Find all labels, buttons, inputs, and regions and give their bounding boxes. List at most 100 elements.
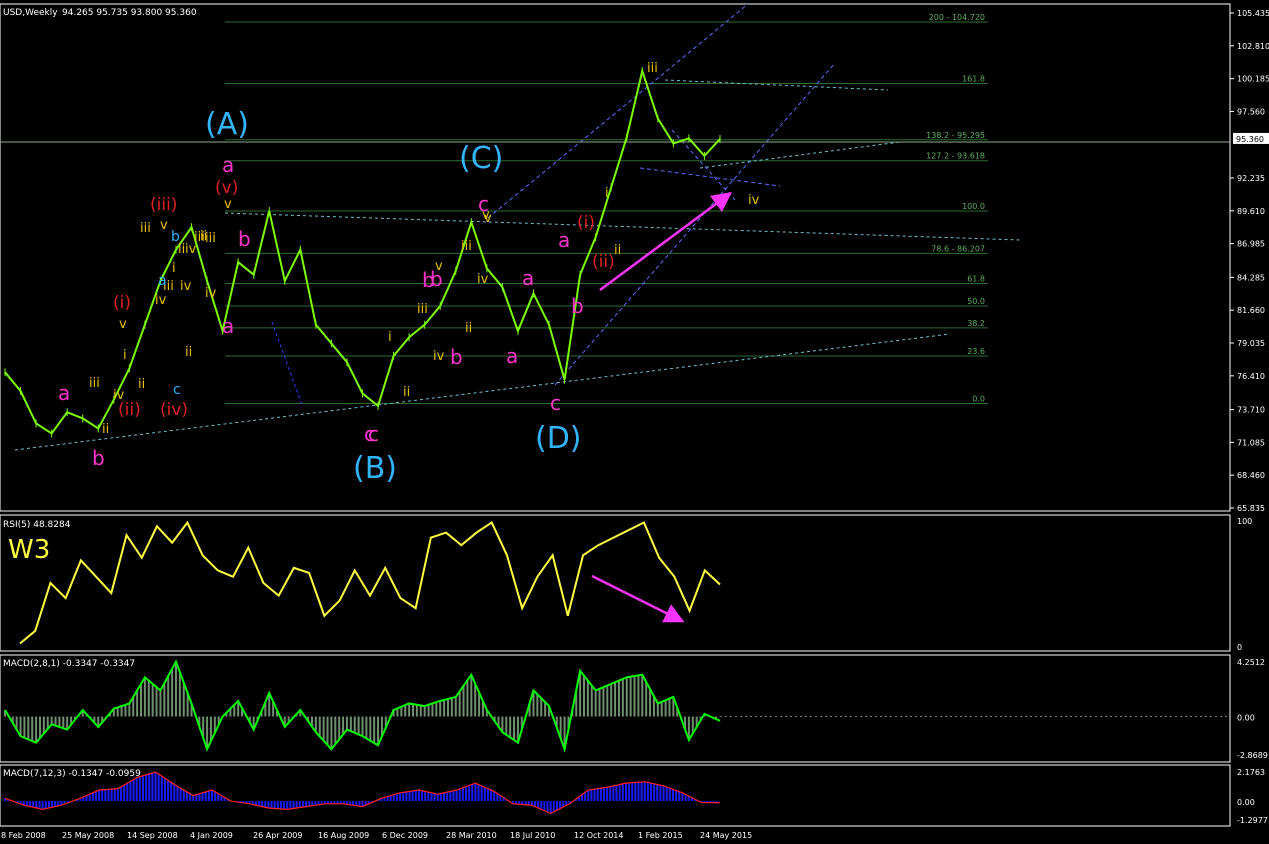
fib-label: 50.0 [967, 297, 985, 306]
macd1-series [4, 659, 1230, 753]
y-tick-label: 68.460 [1237, 471, 1265, 480]
x-tick-label: 6 Dec 2009 [382, 831, 428, 840]
wave-label: c [173, 382, 181, 398]
macd2-tick-label: 0.00 [1237, 798, 1255, 807]
fib-label: 127.2 - 93.618 [926, 152, 985, 161]
y-tick-label: 84.285 [1237, 273, 1265, 282]
wave-label: v [435, 259, 443, 274]
macd1-title: MACD(2,8,1) -0.3347 -0.3347 [3, 659, 135, 669]
x-tick-label: 16 Aug 2009 [318, 831, 369, 840]
triangle-top [664, 79, 889, 91]
rsi-title: RSI(5) 48.8284 [3, 520, 71, 530]
x-tick-label: 26 Apr 2009 [253, 831, 302, 840]
wave-label: i [123, 348, 127, 363]
wave-label: (v) [215, 178, 238, 198]
fib-label: 0.0 [972, 394, 985, 403]
y-tick-label: 92.235 [1237, 174, 1265, 183]
b-down-line [271, 321, 303, 406]
wave-label: iv [433, 349, 445, 364]
channel-upper [487, 3, 749, 219]
wave-label: (ii) [118, 400, 141, 420]
macd2-tick-label: 2.1763 [1237, 768, 1265, 777]
wave-label: (i) [577, 213, 595, 233]
rsi-annotation: W3 [8, 535, 50, 565]
y-tick-label: 100.185 [1237, 75, 1269, 84]
wave-label: i [605, 186, 609, 201]
rsi-series [19, 520, 721, 645]
symbol-title: USD,Weekly [3, 8, 58, 18]
wave-label: i [172, 261, 176, 276]
y-tick-label: 81.660 [1237, 306, 1265, 315]
wave-label: c [550, 391, 561, 415]
wave-label: a [522, 266, 534, 290]
fib-label: 200 - 104.720 [929, 13, 985, 22]
wave-label: (i) [113, 293, 131, 313]
wave-label: iii [647, 61, 658, 76]
a-top-trendline [224, 212, 1021, 241]
wave-label: b [92, 446, 105, 470]
y-tick-label: 71.085 [1237, 438, 1265, 447]
fib-label: 138.2 - 95.295 [926, 131, 985, 140]
wave-label: v [119, 317, 127, 332]
wave-label: ii [185, 345, 192, 360]
wave-label: iv [477, 272, 489, 287]
x-tick-label: 4 Jan 2009 [190, 831, 233, 840]
wave-label: (A) [205, 107, 249, 142]
wave-iv-line [639, 167, 781, 187]
wave-label: (iv) [160, 400, 188, 420]
y-tick-label: 89.610 [1237, 207, 1265, 216]
rsi-line [19, 520, 721, 645]
wave-label: v [224, 197, 232, 212]
macd2-title: MACD(7,12,3) -0.1347 -0.0959 [3, 769, 141, 779]
wave-label: iv [180, 279, 192, 294]
wave-label: iii [417, 302, 428, 317]
wave-labels: (A)(B)(C)(D)abcabcabcababcab(i)(ii)(iii)… [58, 61, 760, 486]
wave-label: ii [138, 377, 145, 392]
trend-lines [0, 3, 1230, 451]
wave-label: iv [748, 193, 760, 208]
wave-label: a [58, 381, 70, 405]
wave-label: b [171, 229, 180, 245]
wave-label: ii [102, 422, 109, 437]
wave-label: iii [205, 231, 216, 246]
base-trendline [14, 333, 951, 451]
wave-label: ii [403, 385, 410, 400]
wave-label: v [160, 218, 168, 233]
x-tick-label: 8 Feb 2008 [1, 831, 46, 840]
x-tick-label: 28 Mar 2010 [446, 831, 497, 840]
wave-label: iii [140, 221, 151, 236]
wave-label: a [158, 273, 167, 289]
fib-label: 78.6 - 86.207 [931, 244, 985, 253]
wave-label: v [484, 211, 492, 226]
rsi-panel-frame [0, 514, 1231, 652]
y-tick-label: 86.985 [1237, 240, 1265, 249]
x-tick-label: 18 Jul 2010 [510, 831, 555, 840]
x-tick-label: 12 Oct 2014 [574, 831, 623, 840]
wave-label: a [222, 153, 234, 177]
y-tick-label: 79.035 [1237, 339, 1265, 348]
wave-label: (iii) [150, 195, 177, 215]
wave-label: ii [465, 321, 472, 336]
wave-label: a [222, 314, 234, 338]
wave-label: iii [89, 376, 100, 391]
rsi-tick-label: 100 [1237, 517, 1252, 526]
wave-label: b [450, 345, 463, 369]
current-price-label: 95.360 [1236, 135, 1264, 144]
x-tick-label: 14 Sep 2008 [127, 831, 178, 840]
fib-label: 38.2 [967, 319, 985, 328]
x-tick-label: 24 May 2015 [700, 831, 752, 840]
wave-label: iv [113, 388, 125, 403]
rsi-tick-label: 0 [1237, 643, 1242, 652]
wave-label: (ii) [592, 252, 615, 272]
x-tick-label: 25 May 2008 [62, 831, 114, 840]
wave-label: (D) [535, 421, 582, 456]
chart-canvas: 200 - 104.720 161.8 138.2 - 95.295 127.2 - … [0, 3, 1269, 840]
fib-label: 23.6 [967, 347, 985, 356]
x-tick-label: 1 Feb 2015 [638, 831, 683, 840]
y-tick-label: 97.560 [1237, 107, 1265, 116]
wave-label: a [558, 228, 570, 252]
y-tick-label: 76.410 [1237, 372, 1265, 381]
triangle-bottom [699, 141, 901, 169]
channel-lower [554, 62, 836, 386]
y-tick-label: 105.435 [1237, 9, 1269, 18]
